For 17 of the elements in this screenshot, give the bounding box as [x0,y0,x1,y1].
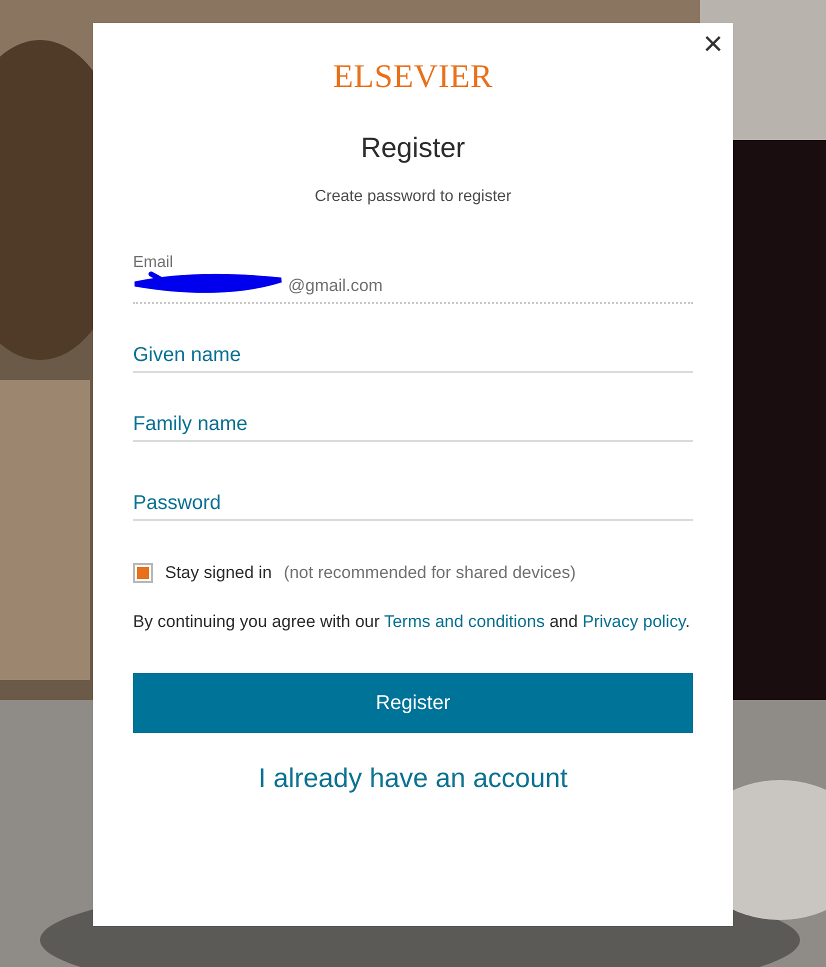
email-label: Email [133,254,174,272]
input-field[interactable]: Family name [133,413,693,442]
policy-link[interactable]: Terms and conditions [384,612,545,631]
checkbox-label: Stay signed in [165,563,272,583]
register-button[interactable]: Register [133,673,693,733]
dialog-subtitle: Create password to register [314,188,512,206]
checkbox-hint: (not recommended for shared devices) [284,563,576,583]
logo: ELSEVIER [333,59,493,96]
email-value: @gmail.com [287,276,384,296]
dialog-title: Register [360,132,466,164]
checkbox[interactable] [133,563,153,583]
close-button[interactable]: × [699,29,727,59]
input-field[interactable]: Given name [133,344,693,373]
policy-link[interactable]: Privacy policy [582,612,686,631]
agreement-text: By continuing you agree with our Terms and conditions and Privacy policy. [133,611,691,633]
existing-account-link[interactable]: I already have an account [258,763,568,794]
password-field[interactable]: Password [133,492,693,521]
